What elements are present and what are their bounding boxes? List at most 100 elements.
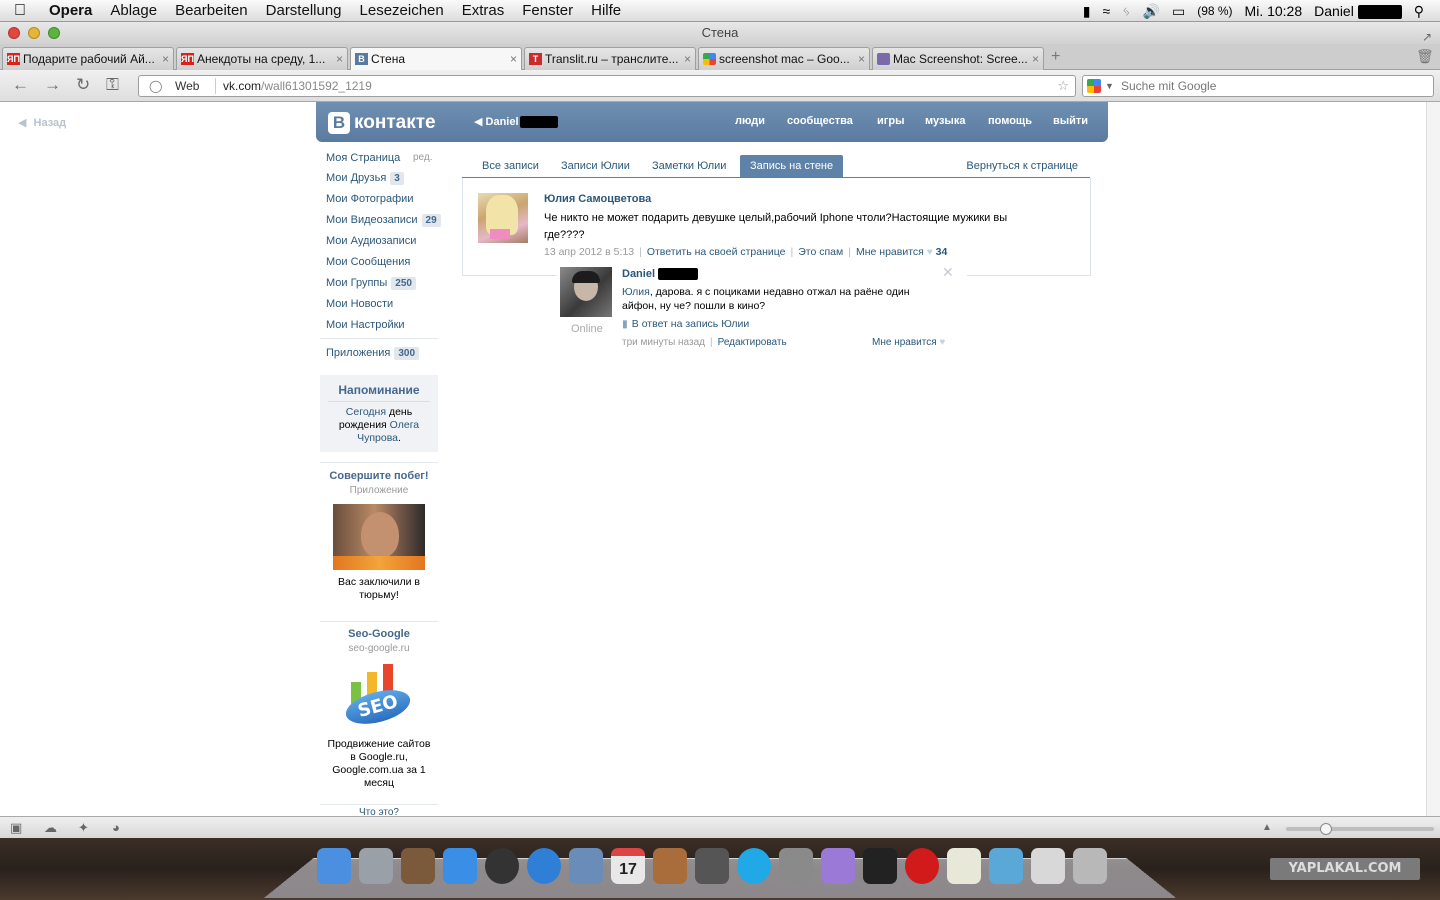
launchpad-icon[interactable] [359, 848, 393, 884]
menu-apps[interactable]: Приложения 300 [326, 347, 419, 360]
nav-help[interactable]: помощь [988, 115, 1032, 127]
nav-music[interactable]: музыка [925, 115, 965, 127]
menu-ablage[interactable]: Ablage [101, 2, 166, 19]
reply-author-avatar[interactable] [560, 267, 612, 317]
reply-on-page-link[interactable]: Ответить на своей странице [647, 246, 786, 258]
menu-my-audio[interactable]: Мои Аудиозаписи [326, 235, 416, 247]
tab-wall-post[interactable]: Запись на стене [740, 155, 843, 177]
fish-icon[interactable] [989, 848, 1023, 884]
search-field[interactable]: ▼ Suche mit Google [1082, 75, 1434, 97]
spotlight-icon[interactable]: ⚲ [1414, 3, 1424, 20]
key-icon[interactable]: ⚿ [106, 75, 119, 95]
browser-tab[interactable]: screenshot mac – Goo... × [698, 47, 870, 70]
nav-logout[interactable]: выйти [1053, 115, 1088, 127]
menu-my-videos[interactable]: Мои Видеозаписи 29 [326, 214, 441, 227]
zoom-window-button[interactable] [48, 27, 60, 39]
tab-close-icon[interactable]: × [510, 48, 517, 70]
minimize-window-button[interactable] [28, 27, 40, 39]
browser-tab[interactable]: T Translit.ru – транслите... × [524, 47, 696, 70]
clock[interactable]: Mi. 10:28 [1245, 3, 1303, 19]
nav-people[interactable]: люди [735, 115, 765, 127]
textedit-icon[interactable] [947, 848, 981, 884]
reply-addressee-link[interactable]: Юлия [622, 286, 650, 298]
browser-tab[interactable]: ЯП Анекдоты на среду, 1... × [176, 47, 348, 70]
steam-icon[interactable] [695, 848, 729, 884]
bluetooth-icon[interactable]: ᛃ [1122, 3, 1130, 19]
menu-lesezeichen[interactable]: Lesezeichen [351, 2, 453, 19]
reload-icon[interactable]: ↻ [76, 75, 90, 95]
address-url[interactable]: vk.com/wall61301592_1219 [223, 76, 372, 96]
menu-my-messages[interactable]: Мои Сообщения [326, 256, 410, 268]
tab-close-icon[interactable]: × [162, 48, 169, 70]
menu-app-opera[interactable]: Opera [40, 2, 101, 19]
browser-tab[interactable]: ЯП Подарите рабочий Ай... × [2, 47, 174, 70]
photo-stack-icon[interactable] [401, 848, 435, 884]
new-tab-icon[interactable]: + [1051, 48, 1060, 66]
menu-fenster[interactable]: Fenster [513, 2, 582, 19]
opera-icon[interactable] [905, 848, 939, 884]
system-preferences-icon[interactable] [779, 848, 813, 884]
tab-julia-posts[interactable]: Записи Юлии [551, 155, 640, 177]
wifi-icon[interactable]: ≈ [1102, 3, 1110, 19]
menu-my-news[interactable]: Мои Новости [326, 298, 393, 310]
in-reply-link[interactable]: ▮ В ответ на запись Юлии [622, 318, 749, 330]
menu-extras[interactable]: Extras [453, 2, 514, 19]
tab-close-icon[interactable]: × [1032, 48, 1039, 70]
speed-dial-icon[interactable]: ◕ [112, 820, 120, 835]
battery-icon[interactable]: ▭ [1172, 3, 1185, 20]
tab-close-icon[interactable]: × [858, 48, 865, 70]
ad-escape[interactable]: Совершите побег! Приложение Вас заключил… [320, 470, 438, 602]
edit-link[interactable]: ред. [413, 152, 433, 163]
vk-user-link[interactable]: ◀ Daniel [474, 115, 558, 128]
preview-icon[interactable] [569, 848, 603, 884]
back-arrow-icon[interactable]: ← [12, 75, 29, 95]
menu-darstellung[interactable]: Darstellung [257, 2, 351, 19]
vertical-scrollbar[interactable] [1426, 102, 1440, 816]
post-author-link[interactable]: Юлия Самоцветова [544, 193, 651, 205]
google-search-icon[interactable] [1087, 79, 1101, 93]
terminal-icon[interactable] [863, 848, 897, 884]
like-count[interactable]: 34 [936, 246, 948, 258]
like-link[interactable]: Мне нравится [856, 246, 924, 258]
zoom-slider-handle[interactable] [1320, 823, 1332, 835]
reminder-today-link[interactable]: Сегодня [346, 406, 386, 418]
skype-icon[interactable] [737, 848, 771, 884]
ad-game-image[interactable] [333, 504, 425, 570]
app-store-icon[interactable] [443, 848, 477, 884]
trash-icon[interactable] [1073, 848, 1107, 884]
delete-reply-icon[interactable]: ✕ [942, 264, 954, 281]
bookmark-star-icon[interactable]: ☆ [1057, 76, 1069, 96]
browser-tab[interactable]: Mac Screenshot: Scree... × [872, 47, 1044, 70]
nav-communities[interactable]: сообщества [787, 115, 853, 127]
iphoto-icon[interactable] [653, 848, 687, 884]
menu-bearbeiten[interactable]: Bearbeiten [166, 2, 257, 19]
menu-my-settings[interactable]: Мои Настройки [326, 319, 405, 331]
zoom-slider[interactable] [1286, 827, 1434, 831]
menu-my-photos[interactable]: Мои Фотографии [326, 193, 413, 205]
itunes-icon[interactable] [527, 848, 561, 884]
tab-all-posts[interactable]: Все записи [472, 155, 549, 177]
seo-logo-image[interactable]: SEO [339, 662, 419, 732]
closed-tabs-trash-icon[interactable]: 🗑 [1416, 48, 1434, 65]
forward-arrow-icon[interactable]: → [44, 75, 61, 95]
address-bar[interactable]: ◯ Web vk.com/wall61301592_1219 ☆ [138, 75, 1076, 97]
tab-close-icon[interactable]: × [684, 48, 691, 70]
author-avatar[interactable] [478, 193, 528, 243]
folder-icon[interactable]: ▮ [1083, 3, 1091, 20]
post-date[interactable]: 13 апр 2012 в 5:13 [544, 246, 634, 258]
menu-my-friends[interactable]: Мои Друзья 3 [326, 172, 404, 185]
back-to-page-link[interactable]: Вернуться к странице [966, 155, 1078, 177]
calendar-icon[interactable]: 17 [611, 848, 645, 884]
reply-author-link[interactable]: Daniel [622, 268, 698, 280]
menu-my-groups[interactable]: Мои Группы 250 [326, 277, 416, 290]
edit-reply-link[interactable]: Редактировать [718, 337, 787, 348]
reply-like[interactable]: Мне нравится ♥ [872, 337, 945, 348]
user-menu[interactable]: Daniel [1314, 3, 1402, 19]
ad-seo[interactable]: Seo-Google seo-google.ru SEO Продвижение… [320, 628, 438, 790]
ichat-icon[interactable] [821, 848, 855, 884]
nav-games[interactable]: игры [877, 115, 904, 127]
panel-toggle-icon[interactable]: ▣ [10, 820, 22, 836]
heart-icon[interactable]: ♥ [927, 247, 933, 258]
browser-tab-active[interactable]: В Стена × [350, 47, 522, 70]
opera-unite-icon[interactable]: ☁ [44, 820, 57, 836]
